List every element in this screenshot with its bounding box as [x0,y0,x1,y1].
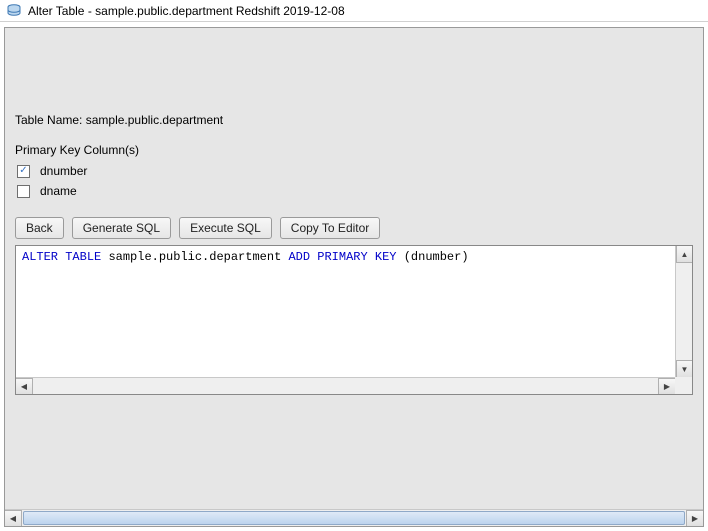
window-title: Alter Table - sample.public.department R… [28,4,345,18]
sql-object: sample.public.department [108,250,281,264]
scroll-thumb[interactable] [23,511,685,525]
scroll-up-icon[interactable]: ▲ [676,246,692,263]
table-name-label: Table Name: [15,113,82,127]
table-name-value: sample.public.department [86,113,223,127]
title-bar: Alter Table - sample.public.department R… [0,0,708,22]
pk-column-name: dnumber [40,164,87,178]
primary-key-label: Primary Key Column(s) [15,143,693,157]
scroll-corner [675,377,692,394]
scroll-down-icon[interactable]: ▼ [676,360,692,377]
back-button[interactable]: Back [15,217,64,239]
sql-kw-primary: PRIMARY [317,250,367,264]
sql-kw-table: TABLE [65,250,101,264]
content-area: Table Name: sample.public.department Pri… [5,28,703,509]
execute-sql-button[interactable]: Execute SQL [179,217,272,239]
scroll-right-icon[interactable]: ▶ [686,510,703,526]
sql-panel: ALTER TABLE sample.public.department ADD… [15,245,693,395]
pk-row-dname[interactable]: dname [15,181,195,201]
sql-kw-key: KEY [375,250,397,264]
pk-column-name: dname [40,184,77,198]
table-name-row: Table Name: sample.public.department [15,113,693,127]
database-icon [6,3,22,19]
sql-kw-alter: ALTER [22,250,58,264]
checkbox-dnumber[interactable]: ✓ [17,165,30,178]
generate-sql-button[interactable]: Generate SQL [72,217,171,239]
pk-row-dnumber[interactable]: ✓ dnumber [15,161,195,181]
primary-key-list: ✓ dnumber dname [15,161,693,201]
scroll-right-icon[interactable]: ▶ [658,378,675,394]
copy-to-editor-button[interactable]: Copy To Editor [280,217,381,239]
dialog-client-outer: Table Name: sample.public.department Pri… [0,22,708,531]
checkbox-dname[interactable] [17,185,30,198]
scroll-left-icon[interactable]: ◀ [16,378,33,394]
dialog-client: Table Name: sample.public.department Pri… [4,27,704,527]
button-row: Back Generate SQL Execute SQL Copy To Ed… [15,217,693,239]
sql-kw-add: ADD [288,250,310,264]
sql-text[interactable]: ALTER TABLE sample.public.department ADD… [16,246,675,377]
scroll-left-icon[interactable]: ◀ [5,510,22,526]
sql-horizontal-scrollbar[interactable]: ◀ ▶ [16,377,675,394]
sql-vertical-scrollbar[interactable]: ▲ ▼ [675,246,692,377]
sql-args: (dnumber) [404,250,469,264]
dialog-horizontal-scrollbar[interactable]: ◀ ▶ [5,509,703,526]
